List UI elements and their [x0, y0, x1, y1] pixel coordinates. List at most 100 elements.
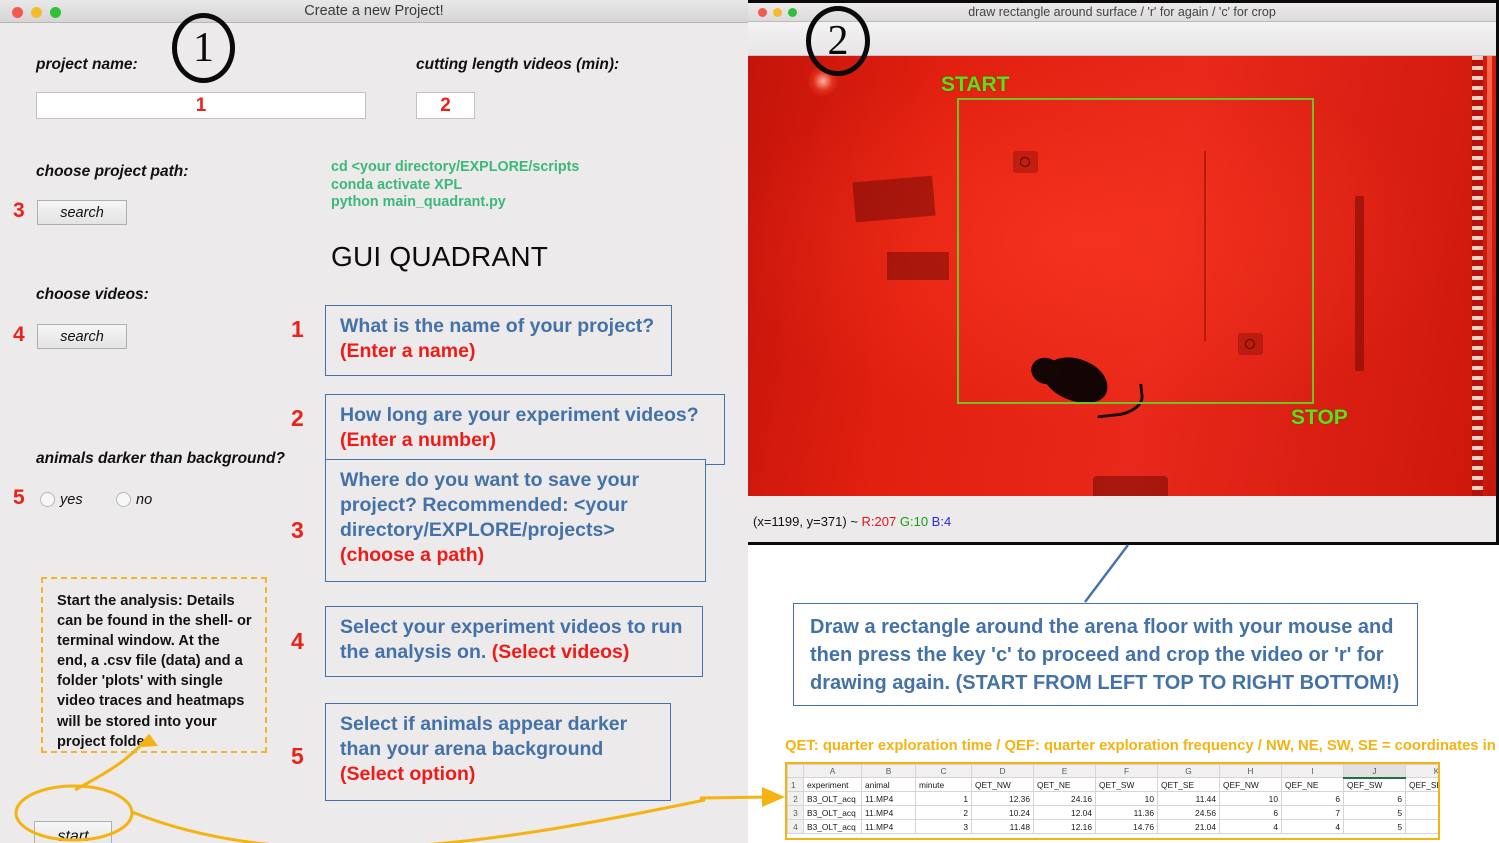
column-header-k[interactable]: K: [1405, 764, 1438, 778]
video-preview-frame[interactable]: START STOP: [748, 56, 1496, 496]
cell-qet-nw[interactable]: 11.48: [971, 819, 1034, 834]
callout-box-5: Select if animals appear darker than you…: [325, 703, 671, 801]
callout-number-5: 5: [291, 743, 304, 769]
radio-no-label: no: [136, 492, 153, 508]
led-strip-secondary-icon: [1487, 56, 1492, 496]
cutting-length-value: 2: [440, 94, 451, 116]
cell-qef-se[interactable]: 7: [1405, 805, 1438, 820]
cell-animal[interactable]: 11.MP4: [861, 791, 916, 806]
callout-text-1: What is the name of your project?: [340, 315, 655, 337]
cell-qef-nw[interactable]: 4: [1219, 819, 1282, 834]
cell-qet-ne[interactable]: 24.16: [1033, 791, 1096, 806]
terminal-command-block: cd <your directory/EXPLORE/scripts conda…: [331, 159, 661, 212]
cell-qef-sw[interactable]: 6: [1343, 791, 1406, 806]
cell-header-qef-nw[interactable]: QEF_NW: [1219, 777, 1282, 792]
cell-qet-sw[interactable]: 11.36: [1095, 805, 1158, 820]
callout-text-2: How long are your experiment videos?: [340, 404, 699, 426]
cell-header-qef-ne[interactable]: QEF_NE: [1281, 777, 1344, 792]
row-number-3[interactable]: 3: [787, 805, 804, 820]
callout-number-4: 4: [291, 628, 304, 654]
gui-project-window: Create a new Project! project name: 1 cu…: [0, 0, 748, 843]
cell-minute[interactable]: 3: [915, 819, 972, 834]
cell-qef-se[interactable]: 7: [1405, 791, 1438, 806]
radio-yes[interactable]: [40, 492, 55, 507]
cutting-length-input[interactable]: 2: [416, 92, 475, 119]
callout-emphasis-2: (Enter a number): [340, 429, 497, 451]
callout-emphasis-4: (Select videos): [491, 641, 630, 663]
cell-header-qet-se[interactable]: QET_SE: [1157, 777, 1220, 792]
gui-window-title: Create a new Project!: [304, 3, 444, 19]
cell-header-qef-se[interactable]: QEF_SE: [1405, 777, 1438, 792]
cell-header-qet-ne[interactable]: QET_NE: [1033, 777, 1096, 792]
cell-animal[interactable]: 11.MP4: [861, 805, 916, 820]
cell-experiment[interactable]: B3_OLT_acq: [803, 819, 862, 834]
crop-instruction-callout: Draw a rectangle around the arena floor …: [793, 603, 1418, 706]
radio-no[interactable]: [116, 492, 131, 507]
roi-rectangle[interactable]: [957, 98, 1314, 404]
column-header-h[interactable]: H: [1219, 764, 1282, 778]
column-header-e[interactable]: E: [1033, 764, 1096, 778]
cell-header-minute[interactable]: minute: [915, 777, 972, 792]
row-number-1[interactable]: 1: [787, 777, 804, 792]
cell-qef-ne[interactable]: 4: [1281, 819, 1344, 834]
column-header-j[interactable]: J: [1343, 764, 1406, 779]
gui-title-bar: Create a new Project!: [0, 0, 748, 23]
led-strip-icon: [1472, 56, 1483, 496]
project-name-input[interactable]: 1: [36, 92, 366, 119]
cutting-length-label: cutting length videos (min):: [416, 56, 620, 73]
project-path-search-button[interactable]: search: [37, 200, 127, 225]
start-button[interactable]: start: [34, 821, 112, 843]
table-row: 1 experiment animal minute QET_NW QET_NE…: [787, 777, 1438, 792]
cell-qef-nw[interactable]: 10: [1219, 791, 1282, 806]
cell-qet-se[interactable]: 21.04: [1157, 819, 1220, 834]
column-header-c[interactable]: C: [915, 764, 972, 778]
cell-qet-se[interactable]: 11.44: [1157, 791, 1220, 806]
cell-header-experiment[interactable]: experiment: [803, 777, 862, 792]
choose-videos-label: choose videos:: [36, 286, 149, 303]
status-coordinates: (x=1199, y=371) ~: [753, 514, 862, 529]
cell-qef-sw[interactable]: 5: [1343, 805, 1406, 820]
column-header-f[interactable]: F: [1095, 764, 1158, 778]
cell-minute[interactable]: 2: [915, 805, 972, 820]
row-number-4[interactable]: 4: [787, 819, 804, 834]
arena-object-tape-1: [852, 175, 936, 223]
choose-videos-search-button[interactable]: search: [37, 324, 127, 349]
table-row: 4 B3_OLT_acq 11.MP4 3 11.48 12.16 14.76 …: [787, 819, 1438, 834]
cell-qet-ne[interactable]: 12.04: [1033, 805, 1096, 820]
cell-header-animal[interactable]: animal: [861, 777, 916, 792]
spreadsheet-legend: QET: quarter exploration time / QEF: qua…: [785, 738, 1499, 754]
cell-minute[interactable]: 1: [915, 791, 972, 806]
cell-qet-sw[interactable]: 10: [1095, 791, 1158, 806]
column-header-d[interactable]: D: [971, 764, 1034, 778]
column-header-b[interactable]: B: [861, 764, 916, 778]
cell-qef-sw[interactable]: 5: [1343, 819, 1406, 834]
cell-qet-se[interactable]: 24.56: [1157, 805, 1220, 820]
cell-header-qet-sw[interactable]: QET_SW: [1095, 777, 1158, 792]
cell-qet-ne[interactable]: 12.16: [1033, 819, 1096, 834]
cell-qef-ne[interactable]: 7: [1281, 805, 1344, 820]
cell-qef-se[interactable]: 3: [1405, 819, 1438, 834]
row-number-2[interactable]: 2: [787, 791, 804, 806]
cell-qef-nw[interactable]: 6: [1219, 805, 1282, 820]
callout-emphasis-3: (choose a path): [340, 544, 485, 566]
arena-object-tape-2: [887, 252, 949, 280]
cell-animal[interactable]: 11.MP4: [861, 819, 916, 834]
spreadsheet-preview[interactable]: A B C D E F G H I J K 1 experiment anima…: [785, 762, 1440, 840]
cell-qet-nw[interactable]: 12.36: [971, 791, 1034, 806]
video-status-text: (x=1199, y=371) ~ R:207 G:10 B:4: [753, 514, 951, 529]
cell-qet-nw[interactable]: 10.24: [971, 805, 1034, 820]
cell-header-qef-sw[interactable]: QEF_SW: [1343, 777, 1406, 792]
callout-number-3: 3: [291, 517, 304, 543]
sheet-corner[interactable]: [787, 764, 804, 778]
column-header-a[interactable]: A: [803, 764, 862, 778]
cell-experiment[interactable]: B3_OLT_acq: [803, 805, 862, 820]
screenshot-root: Create a new Project! project name: 1 cu…: [0, 0, 1499, 843]
column-header-g[interactable]: G: [1157, 764, 1220, 778]
cell-qef-ne[interactable]: 6: [1281, 791, 1344, 806]
cell-qet-sw[interactable]: 14.76: [1095, 819, 1158, 834]
cell-experiment[interactable]: B3_OLT_acq: [803, 791, 862, 806]
column-header-i[interactable]: I: [1281, 764, 1344, 778]
orange-arrowhead-2: [762, 787, 785, 807]
cell-header-qet-nw[interactable]: QET_NW: [971, 777, 1034, 792]
gui-window-body: project name: 1 cutting length videos (m…: [0, 23, 748, 843]
